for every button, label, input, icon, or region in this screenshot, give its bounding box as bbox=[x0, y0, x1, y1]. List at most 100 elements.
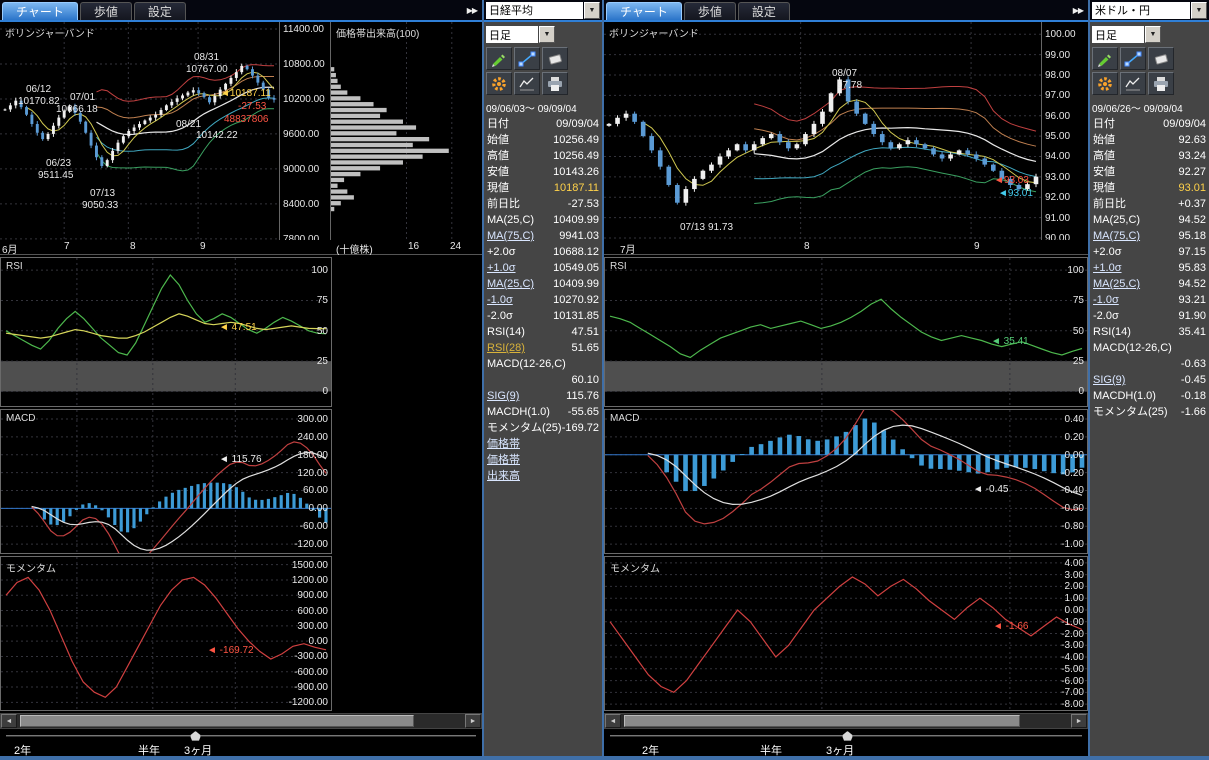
left-volume-profile-panel: 価格帯出来高(100) bbox=[331, 22, 482, 240]
panel-title: MACD bbox=[610, 413, 639, 424]
left-instrument-select[interactable]: 日経平均 bbox=[486, 2, 583, 19]
range-preset[interactable]: 3ヶ月 bbox=[826, 742, 854, 758]
trendline-tool-icon[interactable] bbox=[514, 47, 540, 70]
right-tab-quotes[interactable]: 歩値 bbox=[684, 2, 736, 20]
data-row[interactable]: 出来高 bbox=[484, 468, 602, 484]
pencil-tool-icon[interactable] bbox=[1092, 47, 1118, 70]
data-row[interactable]: +1.0σ95.83 bbox=[1090, 260, 1209, 276]
data-row[interactable]: MA(25,C)94.52 bbox=[1090, 276, 1209, 292]
data-row[interactable]: -1.0σ10270.92 bbox=[484, 292, 602, 308]
eraser-tool-icon[interactable] bbox=[1148, 47, 1174, 70]
data-row: -0.63 bbox=[1090, 356, 1209, 372]
chevron-down-icon[interactable]: ▼ bbox=[1191, 2, 1207, 19]
panel-title: ボリンジャーバンド bbox=[609, 25, 699, 40]
axis-label: 95.00 bbox=[1045, 131, 1070, 142]
data-row[interactable]: 価格帯 bbox=[484, 452, 602, 468]
right-horizontal-scrollbar[interactable]: ◄ ► bbox=[604, 713, 1088, 729]
right-macd-panel[interactable]: MACD 0.400.200.00-0.20-0.40-0.60-0.80-1.… bbox=[604, 409, 1088, 554]
range-preset[interactable]: 2年 bbox=[642, 742, 659, 758]
left-indicator-rows: 日付09/09/04始値10256.49高値10256.49安値10143.26… bbox=[484, 116, 602, 756]
data-row: +2.0σ97.15 bbox=[1090, 244, 1209, 260]
data-row[interactable]: +1.0σ10549.05 bbox=[484, 260, 602, 276]
right-indicator-rows: 日付09/09/04始値92.63高値93.24安値92.27現値93.01前日… bbox=[1090, 116, 1209, 756]
data-row: モメンタム(25)-1.66 bbox=[1090, 404, 1209, 420]
scrollbar-thumb[interactable] bbox=[20, 715, 414, 727]
scroll-right-icon[interactable]: ► bbox=[465, 714, 481, 728]
data-row[interactable]: MA(75,C)9941.03 bbox=[484, 228, 602, 244]
scrollbar-track[interactable] bbox=[621, 714, 1071, 728]
data-row[interactable]: 価格帯 bbox=[484, 436, 602, 452]
trendline-tool-icon[interactable] bbox=[1120, 47, 1146, 70]
right-rsi-panel[interactable]: RSI 1007550250◄ 35.41 bbox=[604, 257, 1088, 407]
indicator-chart-icon[interactable] bbox=[1120, 72, 1146, 95]
scroll-left-icon[interactable]: ◄ bbox=[605, 714, 621, 728]
right-chart-group: チャート 歩値 設定 ▶▶ ボリンジャーバンド 08/0797.78◄93.03… bbox=[604, 0, 1088, 756]
left-tab-chart[interactable]: チャート bbox=[2, 2, 78, 20]
data-row: -2.0σ91.90 bbox=[1090, 308, 1209, 324]
settings-gear-icon[interactable] bbox=[486, 72, 512, 95]
range-preset[interactable]: 2年 bbox=[14, 742, 31, 758]
chevron-down-icon[interactable]: ▼ bbox=[584, 2, 600, 19]
right-price-row: ボリンジャーバンド 08/0797.78◄93.03◄93.0107/1391.… bbox=[604, 22, 1088, 240]
pencil-tool-icon[interactable] bbox=[486, 47, 512, 70]
scrollbar-track[interactable] bbox=[17, 714, 465, 728]
axis-label: 99.00 bbox=[1045, 50, 1070, 61]
data-row: MACDH(1.0)-55.65 bbox=[484, 404, 602, 420]
right-instrument-select[interactable]: 米ドル・円 bbox=[1092, 2, 1190, 19]
data-row[interactable]: SIG(9)115.76 bbox=[484, 388, 602, 404]
data-row: MACD(12-26,C) bbox=[1090, 340, 1209, 356]
right-price-chart[interactable]: ボリンジャーバンド 08/0797.78◄93.03◄93.0107/1391.… bbox=[604, 22, 1042, 240]
fast-forward-icon[interactable]: ▶▶ bbox=[1073, 6, 1088, 15]
print-icon[interactable] bbox=[1148, 72, 1174, 95]
right-period-select[interactable]: 日足 bbox=[1092, 26, 1144, 43]
fast-forward-icon[interactable]: ▶▶ bbox=[467, 6, 482, 15]
left-price-axis: 11400.0010800.0010200.009600.009000.0084… bbox=[280, 22, 331, 240]
range-preset[interactable]: 半年 bbox=[138, 742, 160, 758]
right-data-column: 米ドル・円 ▼ 日足 ▼ 09/06/26～ 09/09/04 日付09/09/… bbox=[1090, 0, 1209, 756]
scrollbar-thumb[interactable] bbox=[624, 715, 1020, 727]
data-row[interactable]: -1.0σ93.21 bbox=[1090, 292, 1209, 308]
data-row: 前日比+0.37 bbox=[1090, 196, 1209, 212]
data-row[interactable]: MA(75,C)95.18 bbox=[1090, 228, 1209, 244]
right-range-slider[interactable] bbox=[604, 729, 1088, 742]
axis-label: 92.00 bbox=[1045, 192, 1070, 203]
right-tab-chart[interactable]: チャート bbox=[606, 2, 682, 20]
slider-handle[interactable] bbox=[842, 731, 853, 741]
left-macd-panel[interactable]: MACD 300.00240.00180.00120.0060.000.00-6… bbox=[0, 409, 332, 554]
left-price-chart[interactable]: ボリンジャーバンド 06/1210170.8207/0110066.1808/3… bbox=[0, 22, 280, 240]
left-momentum-panel[interactable]: モメンタム 1500.001200.00900.00600.00300.000.… bbox=[0, 556, 332, 711]
axis-label: 100.00 bbox=[1045, 29, 1076, 40]
axis-label: 16 bbox=[408, 241, 419, 252]
scroll-left-icon[interactable]: ◄ bbox=[1, 714, 17, 728]
axis-label: 9000.00 bbox=[283, 164, 319, 175]
left-tab-settings[interactable]: 設定 bbox=[134, 2, 186, 20]
right-tab-settings[interactable]: 設定 bbox=[738, 2, 790, 20]
scroll-right-icon[interactable]: ► bbox=[1071, 714, 1087, 728]
axis-label: 8400.00 bbox=[283, 199, 319, 210]
range-preset[interactable]: 3ヶ月 bbox=[184, 742, 212, 758]
data-row: 高値10256.49 bbox=[484, 148, 602, 164]
axis-label: 9600.00 bbox=[283, 129, 319, 140]
axis-label: 10200.00 bbox=[283, 94, 325, 105]
range-preset[interactable]: 半年 bbox=[760, 742, 782, 758]
data-row[interactable]: MA(25,C)10409.99 bbox=[484, 276, 602, 292]
settings-gear-icon[interactable] bbox=[1092, 72, 1118, 95]
data-row[interactable]: RSI(28)51.65 bbox=[484, 340, 602, 356]
left-rsi-panel[interactable]: RSI 1007550250◄ 47.51 bbox=[0, 257, 332, 407]
eraser-tool-icon[interactable] bbox=[542, 47, 568, 70]
left-range-slider[interactable] bbox=[0, 729, 482, 742]
chevron-down-icon[interactable]: ▼ bbox=[539, 26, 555, 43]
data-row[interactable]: SIG(9)-0.45 bbox=[1090, 372, 1209, 388]
left-x-axis: 6月789(十億株)1624 bbox=[0, 240, 482, 255]
axis-label: 9 bbox=[974, 241, 980, 252]
left-tab-quotes[interactable]: 歩値 bbox=[80, 2, 132, 20]
left-period-select[interactable]: 日足 bbox=[486, 26, 538, 43]
print-icon[interactable] bbox=[542, 72, 568, 95]
left-horizontal-scrollbar[interactable]: ◄ ► bbox=[0, 713, 482, 729]
data-row: MACD(12-26,C) bbox=[484, 356, 602, 372]
data-row: 日付09/09/04 bbox=[484, 116, 602, 132]
chevron-down-icon[interactable]: ▼ bbox=[1145, 26, 1161, 43]
right-momentum-panel[interactable]: モメンタム 4.003.002.001.000.00-1.00-2.00-3.0… bbox=[604, 556, 1088, 711]
slider-handle[interactable] bbox=[190, 731, 201, 741]
indicator-chart-icon[interactable] bbox=[514, 72, 540, 95]
